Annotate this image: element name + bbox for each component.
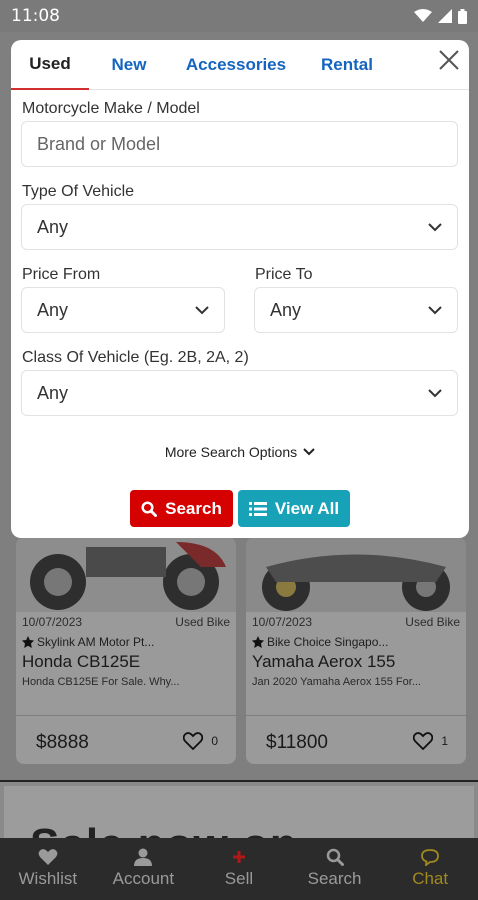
price-from-label: Price From	[22, 266, 101, 283]
listing-type: Used Bike	[405, 615, 460, 629]
wifi-icon	[414, 9, 432, 22]
vehicle-type-select[interactable]: Any	[21, 204, 458, 250]
divider	[246, 715, 466, 716]
category-tabs: Used New Accessories Rental	[11, 40, 469, 90]
star-icon	[252, 636, 264, 648]
nav-label: Sell	[224, 869, 254, 888]
nav-search[interactable]: Search	[287, 838, 383, 900]
wishlist-toggle[interactable]: 0	[183, 732, 218, 750]
tab-accessories[interactable]: Accessories	[169, 40, 303, 90]
vehicle-type-label: Type Of Vehicle	[22, 183, 135, 200]
chat-icon	[421, 849, 440, 866]
bottom-nav: Wishlist Account Sell Search Chat	[0, 838, 478, 900]
like-count: 0	[211, 734, 218, 748]
heart-outline-icon	[183, 732, 204, 750]
listing-card[interactable]: 10/07/2023 Used Bike Skylink AM Motor Pt…	[16, 537, 236, 764]
search-button[interactable]: Search	[130, 490, 233, 527]
close-icon	[439, 50, 459, 70]
price-from-select[interactable]: Any	[21, 287, 225, 333]
chevron-down-icon	[195, 305, 209, 314]
signal-icon	[438, 9, 452, 23]
price-from-value: Any	[37, 299, 69, 320]
listing-price: $8888	[36, 732, 89, 753]
tab-rental[interactable]: Rental	[303, 40, 391, 90]
listing-description: Honda CB125E For Sale. Why...	[22, 676, 180, 688]
wishlist-toggle[interactable]: 1	[413, 732, 448, 750]
more-options-label: More Search Options	[164, 444, 298, 460]
nav-label: Search	[307, 869, 362, 888]
nav-label: Account	[112, 869, 175, 888]
status-bar: 11:08	[0, 0, 478, 32]
view-all-label: View All	[274, 498, 340, 518]
search-icon	[326, 848, 344, 866]
divider	[16, 715, 236, 716]
close-button[interactable]	[435, 46, 463, 74]
make-model-placeholder: Brand or Model	[37, 133, 161, 154]
listing-type: Used Bike	[175, 615, 230, 629]
tab-new[interactable]: New	[89, 40, 169, 90]
listing-title: Yamaha Aerox 155	[252, 652, 396, 671]
nav-label: Chat	[412, 869, 449, 888]
listing-date: 10/07/2023	[22, 615, 83, 629]
listing-title: Honda CB125E	[22, 652, 141, 671]
chevron-down-icon	[428, 388, 442, 397]
chevron-down-icon	[303, 448, 315, 456]
search-icon	[141, 500, 158, 517]
vehicle-class-label: Class Of Vehicle (Eg. 2B, 2A, 2)	[22, 349, 249, 366]
search-button-label: Search	[165, 498, 222, 518]
nav-chat[interactable]: Chat	[382, 838, 478, 900]
make-model-input[interactable]: Brand or Model	[21, 121, 458, 167]
person-icon	[134, 848, 153, 866]
vehicle-class-select[interactable]: Any	[21, 370, 458, 416]
status-time: 11:08	[11, 6, 60, 26]
vehicle-type-value: Any	[37, 216, 69, 237]
status-icons	[414, 8, 467, 24]
promo-banner[interactable]: Sale now on	[0, 780, 478, 846]
star-icon	[22, 636, 34, 648]
price-to-label: Price To	[255, 266, 313, 283]
list-icon	[248, 501, 267, 516]
listing-seller: Skylink AM Motor Pt...	[37, 635, 155, 649]
heart-icon	[38, 849, 58, 865]
make-model-label: Motorcycle Make / Model	[22, 100, 200, 117]
listing-date: 10/07/2023	[252, 615, 313, 629]
price-to-value: Any	[270, 299, 302, 320]
nav-account[interactable]: Account	[96, 838, 192, 900]
listing-photo	[16, 537, 236, 612]
listing-price: $11800	[266, 732, 328, 753]
tab-used[interactable]: Used	[11, 40, 89, 90]
listing-card[interactable]: 10/07/2023 Used Bike Bike Choice Singapo…	[246, 537, 466, 764]
nav-wishlist[interactable]: Wishlist	[0, 838, 96, 900]
view-all-button[interactable]: View All	[238, 490, 350, 527]
nav-label: Wishlist	[18, 869, 78, 888]
listing-description: Jan 2020 Yamaha Aerox 155 For...	[252, 676, 421, 688]
price-to-select[interactable]: Any	[254, 287, 458, 333]
listing-seller: Bike Choice Singapo...	[267, 635, 389, 649]
heart-outline-icon	[413, 732, 434, 750]
chevron-down-icon	[428, 305, 442, 314]
chevron-down-icon	[428, 222, 442, 231]
search-modal: Used New Accessories Rental Motorcycle M…	[11, 40, 469, 538]
vehicle-class-value: Any	[37, 382, 69, 403]
more-search-options[interactable]: More Search Options	[11, 444, 469, 460]
nav-sell[interactable]: Sell	[191, 838, 287, 900]
listing-photo	[246, 537, 466, 612]
like-count: 1	[441, 734, 448, 748]
plus-icon	[232, 851, 245, 863]
battery-icon	[458, 8, 467, 24]
